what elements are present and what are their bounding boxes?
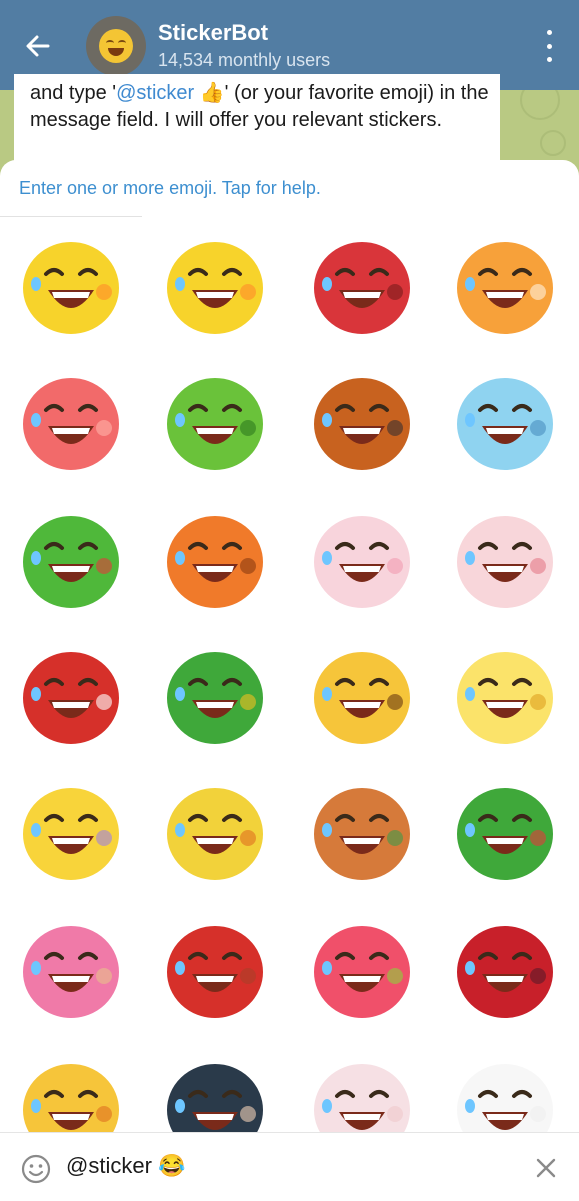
sticker-fox-facepalm-laugh[interactable] xyxy=(150,496,280,626)
sticker-chick-laughing[interactable] xyxy=(6,1044,136,1132)
sticker-lizard-laughing[interactable] xyxy=(150,632,280,762)
chat-title[interactable]: StickerBot xyxy=(158,20,268,46)
wallpaper-star-doodle xyxy=(540,130,566,156)
sticker-dinosaur-ha-ha[interactable] xyxy=(6,496,136,626)
sticker-duck-giggle[interactable] xyxy=(150,222,280,352)
sticker-red-bear-laughing[interactable] xyxy=(297,222,427,352)
sticker-orange-cat-laughing[interactable] xyxy=(440,222,570,352)
emoji-help-hint[interactable]: Enter one or more emoji. Tap for help. xyxy=(19,178,321,199)
grinning-face-icon xyxy=(99,29,133,63)
sticker-grinning-face[interactable] xyxy=(297,632,427,762)
sticker-christmas-tree-laughing[interactable] xyxy=(440,768,570,898)
message-bubble: and type '@sticker 👍' (or your favorite … xyxy=(14,74,500,174)
more-options-button[interactable] xyxy=(537,30,561,62)
kebab-menu-icon xyxy=(546,30,552,35)
bot-avatar[interactable] xyxy=(86,16,146,76)
sticker-mention-link[interactable]: @sticker xyxy=(116,82,194,104)
message-input-bar: @sticker 😂 xyxy=(0,1132,579,1201)
divider xyxy=(0,216,142,217)
sticker-yellow-duck-laughing[interactable] xyxy=(6,222,136,352)
smiley-icon[interactable] xyxy=(20,1153,52,1185)
sticker-green-crocodile-laughing[interactable] xyxy=(150,358,280,488)
sticker-mushroom-laughing[interactable] xyxy=(297,906,427,1036)
arrow-left-icon xyxy=(26,35,50,57)
sticker-dog-emoji-laughing[interactable] xyxy=(150,768,280,898)
sticker-pink-haired-girl-laughing[interactable] xyxy=(6,906,136,1036)
back-button[interactable] xyxy=(18,26,58,66)
close-icon[interactable] xyxy=(535,1157,557,1179)
sticker-vampire-lady-laughing[interactable] xyxy=(440,906,570,1036)
sticker-pink-cat-pointing[interactable] xyxy=(440,496,570,626)
sticker-heart-balloon-laughing[interactable] xyxy=(6,768,136,898)
chat-subtitle: 14,534 monthly users xyxy=(158,50,331,70)
sticker-santa-chimney-ha[interactable] xyxy=(150,906,280,1036)
message-input[interactable]: @sticker 😂 xyxy=(66,1153,185,1179)
sticker-santa-ho[interactable] xyxy=(6,632,136,762)
message-text: and type '@sticker 👍' (or your favorite … xyxy=(30,82,489,131)
sticker-peach-laughing[interactable] xyxy=(6,358,136,488)
sticker-corgi-laughing[interactable] xyxy=(297,768,427,898)
sticker-waving-hand-laughing[interactable] xyxy=(440,632,570,762)
sticker-orangutan-laughing[interactable] xyxy=(297,358,427,488)
sticker-pink-bunny-laughing[interactable] xyxy=(297,496,427,626)
sticker-loading-faded[interactable] xyxy=(297,1044,427,1132)
sticker-loading-blank[interactable] xyxy=(440,1044,570,1132)
sticker-pinup-woman-laughing[interactable] xyxy=(150,1044,280,1132)
sticker-suggestions-panel: Enter one or more emoji. Tap for help. xyxy=(0,160,579,1132)
sticker-blue-cat-laughing[interactable] xyxy=(440,358,570,488)
